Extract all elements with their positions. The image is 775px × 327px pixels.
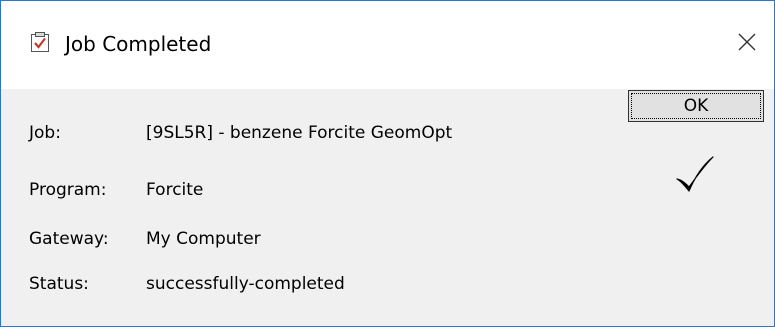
close-icon [737, 32, 757, 57]
job-value: [9SL5R] - benzene Forcite GeomOpt [146, 123, 453, 143]
ok-button-label: OK [631, 93, 761, 119]
clipboard-check-icon [30, 31, 50, 53]
status-label: Status: [29, 274, 89, 294]
window-title: Job Completed [65, 32, 212, 56]
close-button[interactable] [729, 26, 765, 62]
program-label: Program: [29, 180, 107, 200]
gateway-label: Gateway: [29, 229, 109, 249]
title-bar[interactable]: Job Completed [1, 1, 774, 89]
program-value: Forcite [146, 180, 204, 200]
gateway-value: My Computer [146, 229, 261, 249]
status-value: successfully-completed [146, 274, 345, 294]
checkmark-icon [673, 155, 717, 195]
ok-button[interactable]: OK [628, 90, 764, 122]
job-label: Job: [29, 123, 61, 143]
job-completed-dialog: Job Completed Job: [9SL5R] - benzene For… [0, 0, 775, 327]
dialog-body: Job: [9SL5R] - benzene Forcite GeomOpt P… [1, 89, 774, 326]
